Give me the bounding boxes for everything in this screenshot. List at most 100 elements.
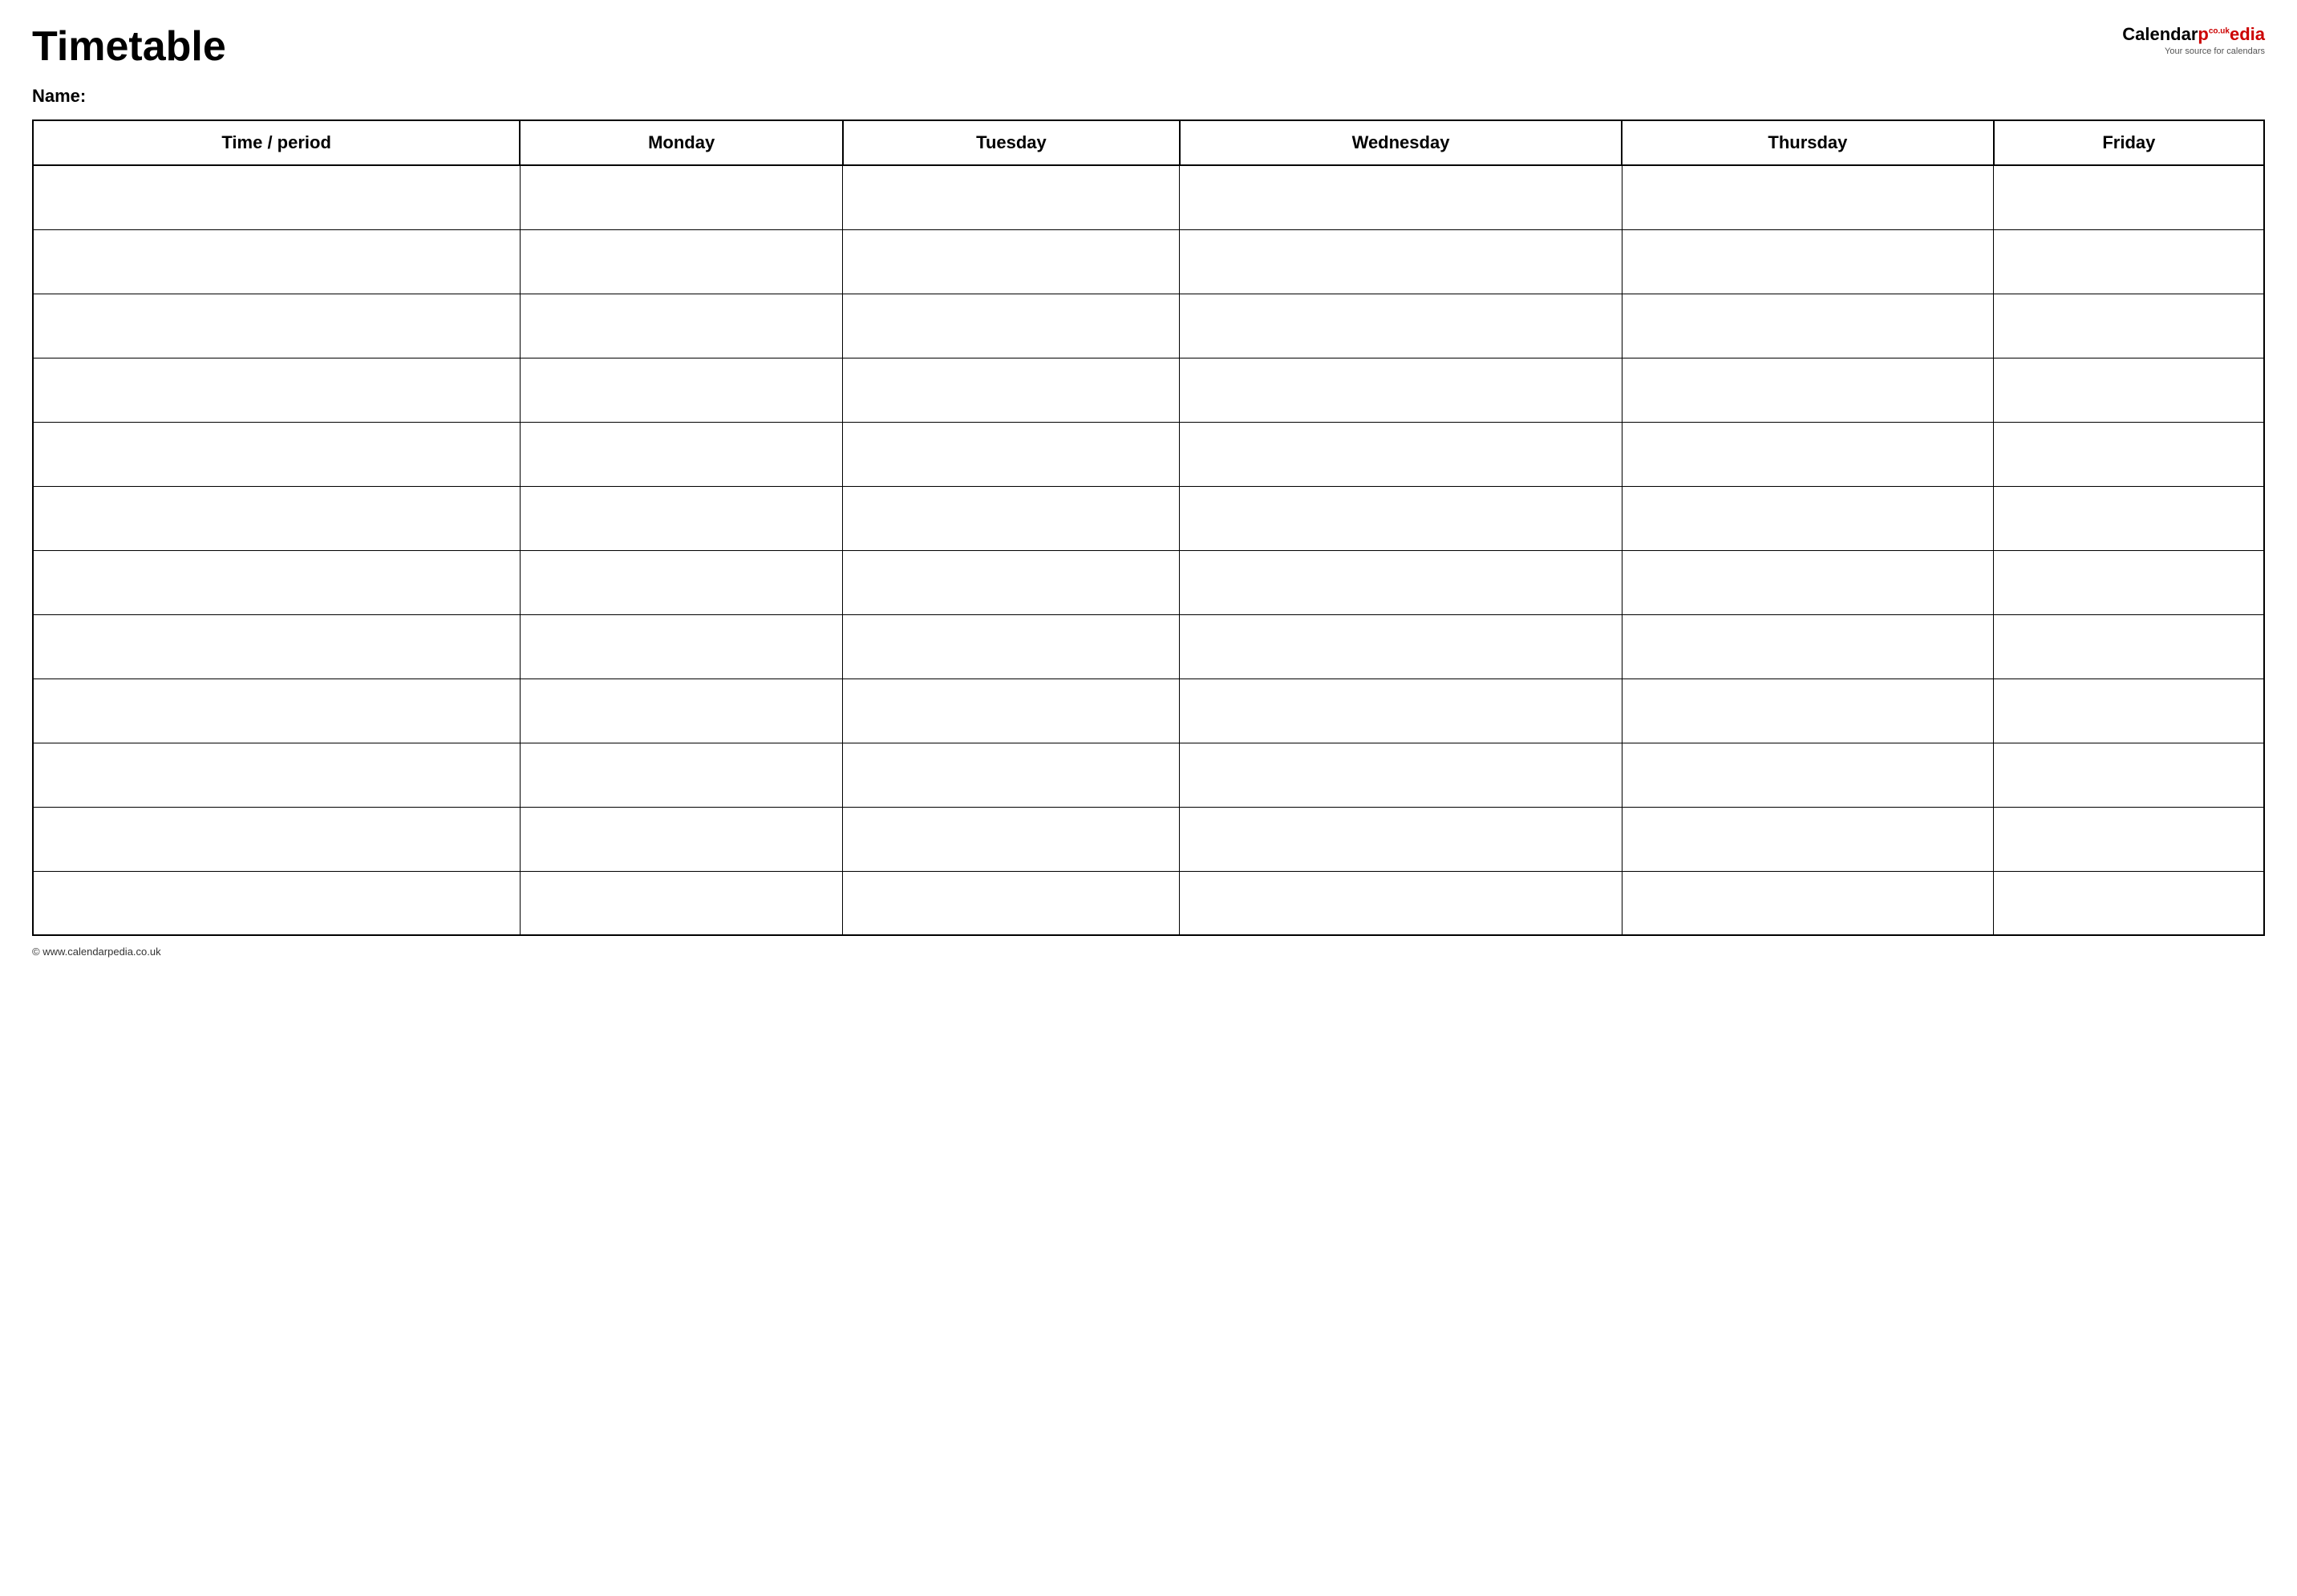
- table-cell[interactable]: [520, 358, 843, 422]
- logo: Calendarpco.ukedia Your source for calen…: [2122, 24, 2265, 56]
- table-cell[interactable]: [1180, 614, 1622, 679]
- table-row: [33, 294, 2264, 358]
- table-cell[interactable]: [33, 679, 520, 743]
- table-cell[interactable]: [1622, 614, 1994, 679]
- table-cell[interactable]: [520, 614, 843, 679]
- table-cell[interactable]: [1180, 229, 1622, 294]
- table-cell[interactable]: [1180, 743, 1622, 807]
- table-cell[interactable]: [33, 294, 520, 358]
- table-row: [33, 550, 2264, 614]
- table-cell[interactable]: [33, 743, 520, 807]
- table-cell[interactable]: [520, 807, 843, 871]
- table-cell[interactable]: [520, 743, 843, 807]
- table-cell[interactable]: [1622, 486, 1994, 550]
- table-cell[interactable]: [33, 550, 520, 614]
- page-header: Timetable Calendarpco.ukedia Your source…: [32, 24, 2265, 70]
- table-cell[interactable]: [33, 614, 520, 679]
- table-cell[interactable]: [520, 422, 843, 486]
- table-cell[interactable]: [33, 358, 520, 422]
- table-cell[interactable]: [1994, 358, 2264, 422]
- logo-co: co.uk: [2209, 27, 2230, 36]
- table-cell[interactable]: [843, 743, 1180, 807]
- table-cell[interactable]: [520, 229, 843, 294]
- name-label: Name:: [32, 86, 86, 106]
- table-cell[interactable]: [520, 486, 843, 550]
- table-cell[interactable]: [1994, 614, 2264, 679]
- table-cell[interactable]: [843, 486, 1180, 550]
- table-cell[interactable]: [1994, 294, 2264, 358]
- table-cell[interactable]: [1994, 743, 2264, 807]
- table-cell[interactable]: [1994, 229, 2264, 294]
- col-header-time: Time / period: [33, 120, 520, 165]
- col-header-tuesday: Tuesday: [843, 120, 1180, 165]
- table-cell[interactable]: [1994, 486, 2264, 550]
- table-cell[interactable]: [1994, 679, 2264, 743]
- table-cell[interactable]: [843, 807, 1180, 871]
- table-cell[interactable]: [1994, 165, 2264, 229]
- table-cell[interactable]: [520, 294, 843, 358]
- logo-text: Calendarpco.ukedia: [2122, 24, 2265, 45]
- footer-url: © www.calendarpedia.co.uk: [32, 946, 161, 958]
- table-cell[interactable]: [33, 229, 520, 294]
- table-cell[interactable]: [1994, 807, 2264, 871]
- page-title: Timetable: [32, 24, 226, 70]
- table-cell[interactable]: [1180, 550, 1622, 614]
- table-cell[interactable]: [843, 679, 1180, 743]
- table-cell[interactable]: [1180, 807, 1622, 871]
- col-header-thursday: Thursday: [1622, 120, 1994, 165]
- table-cell[interactable]: [843, 614, 1180, 679]
- table-cell[interactable]: [1180, 422, 1622, 486]
- col-header-monday: Monday: [520, 120, 843, 165]
- table-cell[interactable]: [1180, 679, 1622, 743]
- table-cell[interactable]: [33, 422, 520, 486]
- table-cell[interactable]: [1994, 422, 2264, 486]
- table-cell[interactable]: [1180, 294, 1622, 358]
- table-cell[interactable]: [1622, 550, 1994, 614]
- table-cell[interactable]: [843, 165, 1180, 229]
- logo-subtitle: Your source for calendars: [2122, 47, 2265, 56]
- table-cell[interactable]: [1622, 229, 1994, 294]
- table-cell[interactable]: [843, 294, 1180, 358]
- table-cell[interactable]: [520, 550, 843, 614]
- table-header-row: Time / period Monday Tuesday Wednesday T…: [33, 120, 2264, 165]
- table-row: [33, 679, 2264, 743]
- table-cell[interactable]: [1622, 165, 1994, 229]
- table-cell[interactable]: [1180, 165, 1622, 229]
- timetable: Time / period Monday Tuesday Wednesday T…: [32, 119, 2265, 936]
- table-cell[interactable]: [1622, 807, 1994, 871]
- table-cell[interactable]: [33, 807, 520, 871]
- table-cell[interactable]: [520, 871, 843, 935]
- table-cell[interactable]: [1622, 422, 1994, 486]
- name-row: Name:: [32, 86, 2265, 107]
- table-row: [33, 743, 2264, 807]
- table-cell[interactable]: [1622, 743, 1994, 807]
- table-row: [33, 486, 2264, 550]
- table-cell[interactable]: [1622, 358, 1994, 422]
- col-header-wednesday: Wednesday: [1180, 120, 1622, 165]
- table-cell[interactable]: [843, 871, 1180, 935]
- table-cell[interactable]: [1994, 550, 2264, 614]
- table-cell[interactable]: [843, 422, 1180, 486]
- table-cell[interactable]: [1622, 294, 1994, 358]
- table-cell[interactable]: [1622, 871, 1994, 935]
- table-cell[interactable]: [33, 871, 520, 935]
- table-cell[interactable]: [33, 165, 520, 229]
- table-cell[interactable]: [843, 358, 1180, 422]
- table-cell[interactable]: [1622, 679, 1994, 743]
- table-cell[interactable]: [1180, 358, 1622, 422]
- table-cell[interactable]: [1180, 486, 1622, 550]
- footer: © www.calendarpedia.co.uk: [32, 946, 2265, 958]
- table-row: [33, 358, 2264, 422]
- table-row: [33, 614, 2264, 679]
- col-header-friday: Friday: [1994, 120, 2264, 165]
- table-row: [33, 165, 2264, 229]
- table-row: [33, 422, 2264, 486]
- table-cell[interactable]: [1994, 871, 2264, 935]
- table-cell[interactable]: [843, 229, 1180, 294]
- table-cell[interactable]: [843, 550, 1180, 614]
- table-row: [33, 871, 2264, 935]
- table-cell[interactable]: [1180, 871, 1622, 935]
- table-cell[interactable]: [33, 486, 520, 550]
- table-cell[interactable]: [520, 165, 843, 229]
- table-cell[interactable]: [520, 679, 843, 743]
